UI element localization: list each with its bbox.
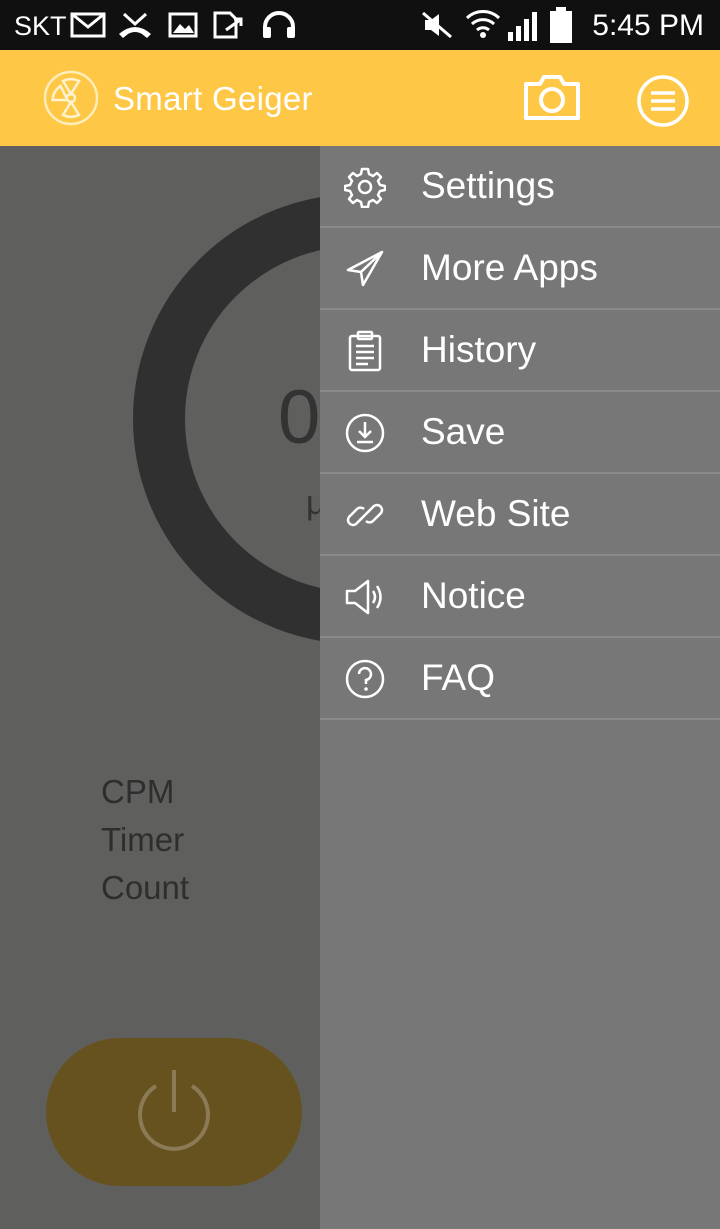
download-icon bbox=[345, 413, 385, 453]
speaker-icon bbox=[345, 579, 382, 615]
camera-icon[interactable] bbox=[522, 72, 582, 122]
app-bar: Smart Geiger bbox=[0, 50, 720, 146]
wifi-icon bbox=[465, 10, 501, 38]
dose-value: 0 bbox=[278, 375, 321, 460]
drawer-item-label: More Apps bbox=[421, 247, 598, 288]
question-icon bbox=[345, 659, 385, 699]
status-bar: SKT 5:45 PM bbox=[0, 0, 720, 50]
clipboard-icon bbox=[348, 330, 382, 372]
status-time: 5:45 PM bbox=[592, 9, 704, 42]
radiation-logo-icon bbox=[43, 70, 99, 126]
drawer-item-settings[interactable]: Settings bbox=[320, 146, 720, 228]
app-title: Smart Geiger bbox=[113, 80, 313, 117]
drawer-item-label: Notice bbox=[421, 575, 526, 616]
drawer-item-label: History bbox=[421, 329, 537, 370]
drawer-item-label: Save bbox=[421, 411, 506, 452]
drawer-item-faq[interactable]: FAQ bbox=[320, 638, 720, 720]
file-upload-icon bbox=[213, 11, 243, 39]
gear-icon bbox=[344, 167, 386, 208]
signal-icon bbox=[508, 12, 537, 41]
drawer-item-label: Settings bbox=[421, 165, 555, 206]
mail-icon bbox=[70, 12, 106, 38]
drawer-item-label: Web Site bbox=[421, 493, 571, 534]
carrier-label: SKT bbox=[14, 11, 67, 41]
missed-call-icon bbox=[119, 12, 151, 38]
menu-icon[interactable] bbox=[636, 74, 690, 128]
headphones-icon bbox=[263, 11, 295, 38]
drawer-item-history[interactable]: History bbox=[320, 310, 720, 392]
paper-plane-icon bbox=[346, 250, 384, 287]
drawer-item-save[interactable]: Save bbox=[320, 392, 720, 474]
timer-label: Timer bbox=[101, 821, 185, 858]
nav-drawer: Settings More Apps History Save Web Site… bbox=[320, 146, 720, 1229]
gallery-icon bbox=[168, 12, 198, 38]
battery-icon bbox=[550, 7, 572, 43]
cpm-label: CPM bbox=[101, 773, 175, 810]
power-button[interactable] bbox=[46, 1038, 302, 1186]
link-icon bbox=[346, 503, 384, 527]
drawer-item-web-site[interactable]: Web Site bbox=[320, 474, 720, 556]
drawer-item-more-apps[interactable]: More Apps bbox=[320, 228, 720, 310]
count-label: Count bbox=[101, 869, 190, 906]
drawer-item-notice[interactable]: Notice bbox=[320, 556, 720, 638]
mute-icon bbox=[422, 11, 452, 39]
power-icon bbox=[138, 1070, 210, 1151]
drawer-item-label: FAQ bbox=[421, 657, 496, 698]
